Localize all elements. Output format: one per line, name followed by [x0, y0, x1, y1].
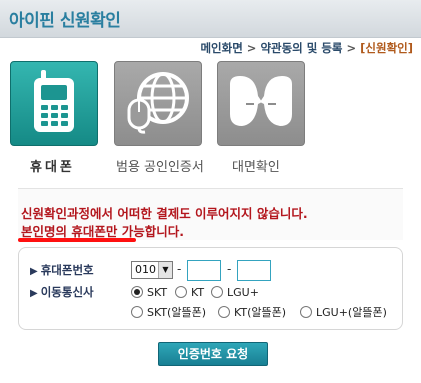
breadcrumb-separator: >	[346, 41, 357, 55]
method-tile-mobile[interactable]	[10, 61, 98, 146]
breadcrumb: 메인화면 > 약관동의 및 등록 > [신원확인]	[200, 40, 413, 56]
carrier-option-label: LGU+(알뜰폰)	[316, 306, 387, 319]
radio-checked-icon[interactable]	[131, 286, 143, 298]
phone-dash: -	[177, 262, 182, 276]
mobile-phone-icon	[32, 69, 76, 138]
breadcrumb-item-main[interactable]: 메인화면	[200, 41, 242, 55]
phone-number-label-text: 휴대폰번호	[40, 263, 94, 277]
carrier-option-label: KT	[191, 285, 205, 299]
carrier-radio-skt[interactable]: SKT	[131, 284, 167, 300]
request-code-button[interactable]: 인증번호 요청	[158, 342, 268, 366]
carrier-option-label: SKT(알뜰폰)	[147, 306, 207, 319]
title-bar: 아이핀 신원확인	[0, 0, 421, 38]
method-label-face-to-face[interactable]: 대면확인	[232, 156, 280, 175]
globe-mouse-icon	[125, 70, 191, 138]
carrier-option-label: SKT	[147, 285, 168, 299]
page-title: 아이핀 신원확인	[9, 11, 121, 31]
method-tile-face-to-face[interactable]	[217, 61, 305, 146]
radio-icon[interactable]	[300, 306, 312, 318]
breadcrumb-item-terms[interactable]: 약관동의 및 등록	[260, 41, 342, 55]
carrier-radio-kt-mvno[interactable]: KT(알뜰폰)	[218, 304, 286, 320]
chevron-down-icon[interactable]: ▼	[158, 262, 172, 278]
bullet-icon: ▶	[30, 288, 38, 299]
phone-prefix-select[interactable]: 010 ▼	[131, 261, 173, 279]
radio-icon[interactable]	[218, 306, 230, 318]
breadcrumb-separator: >	[246, 41, 257, 55]
phone-middle-input[interactable]	[187, 260, 221, 281]
method-label-mobile[interactable]: 휴대폰	[30, 156, 75, 175]
notice-box: 신원확인과정에서 어떠한 결제도 이루어지지 않습니다. 본인명의 휴대폰만 가…	[18, 188, 403, 242]
phone-last-input[interactable]	[237, 260, 271, 281]
carrier-label-text: 이동통신사	[40, 285, 94, 299]
carrier-label: ▶ 이동통신사	[30, 284, 94, 300]
carrier-radio-skt-mvno[interactable]: SKT(알뜰폰)	[131, 304, 206, 320]
carrier-radio-kt[interactable]: KT	[175, 284, 204, 300]
bullet-icon: ▶	[30, 266, 38, 277]
carrier-option-label: KT(알뜰폰)	[234, 306, 287, 319]
breadcrumb-item-current: [신원확인]	[360, 41, 413, 55]
carrier-radio-lgu-mvno[interactable]: LGU+(알뜰폰)	[300, 304, 387, 320]
method-tile-certificate[interactable]	[114, 61, 202, 146]
radio-icon[interactable]	[175, 286, 187, 298]
face-to-face-icon	[226, 74, 296, 134]
carrier-option-label: LGU+	[227, 285, 259, 299]
red-underline-mark	[18, 238, 136, 242]
notice-line-payment: 신원확인과정에서 어떠한 결제도 이루어지지 않습니다.	[21, 206, 308, 221]
phone-dash: -	[227, 262, 232, 276]
radio-icon[interactable]	[131, 306, 143, 318]
phone-number-label: ▶ 휴대폰번호	[30, 262, 94, 278]
phone-prefix-value: 010	[135, 263, 156, 276]
carrier-radio-lgu[interactable]: LGU+	[211, 284, 259, 300]
radio-icon[interactable]	[211, 286, 223, 298]
verification-form: ▶ 휴대폰번호 ▶ 이동통신사 010 ▼ - - SKT KT LGU+ SKT(…	[18, 247, 403, 330]
method-label-certificate[interactable]: 범용 공인인증서	[116, 156, 204, 175]
